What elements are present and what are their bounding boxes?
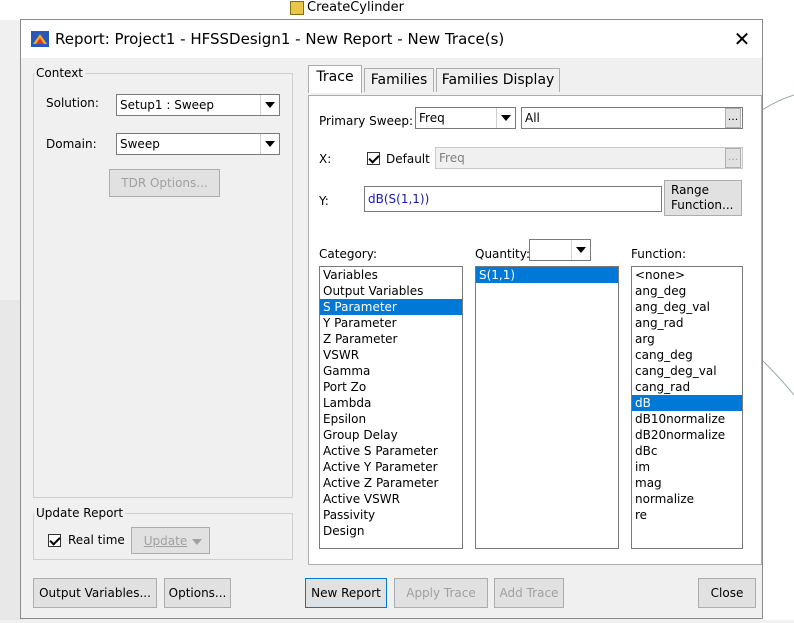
background-curves xyxy=(761,94,794,396)
function-list-item[interactable]: dB20normalize xyxy=(632,427,742,443)
function-list-item[interactable]: normalize xyxy=(632,491,742,507)
dialog-title: Report: Project1 - HFSSDesign1 - New Rep… xyxy=(55,30,505,48)
quantity-label: Quantity: xyxy=(475,247,531,261)
tab-families[interactable]: Families xyxy=(364,68,434,92)
report-dialog: Report: Project1 - HFSSDesign1 - New Rep… xyxy=(20,19,763,619)
function-list-item[interactable]: ang_deg xyxy=(632,283,742,299)
chevron-down-icon xyxy=(260,134,279,154)
category-list[interactable]: Variables Output Variables S Parameter Y Pa… xyxy=(319,266,463,549)
category-list-item[interactable]: Gamma xyxy=(320,363,462,379)
function-list[interactable]: <none> ang_deg ang_deg_val ang_rad arg cang_d… xyxy=(631,266,743,549)
realtime-label: Real time xyxy=(68,533,125,547)
category-list-item[interactable]: Passivity xyxy=(320,507,462,523)
solution-select[interactable]: Setup1 : Sweep xyxy=(116,94,280,116)
apply-trace-button[interactable]: Apply Trace xyxy=(394,578,488,608)
tab-trace[interactable]: Trace xyxy=(308,65,362,93)
solution-label: Solution: xyxy=(46,96,99,110)
add-trace-button[interactable]: Add Trace xyxy=(494,578,564,608)
function-list-item[interactable]: im xyxy=(632,459,742,475)
background-tree-item: CreateCylinder xyxy=(290,0,404,15)
category-list-item[interactable]: S Parameter xyxy=(320,299,462,315)
tdr-options-button[interactable]: TDR Options... xyxy=(109,169,220,197)
primary-sweep-ellipsis-button[interactable]: ... xyxy=(725,108,741,128)
range-function-line2: Function... xyxy=(671,198,734,212)
function-list-item[interactable]: ang_rad xyxy=(632,315,742,331)
close-button[interactable]: Close xyxy=(698,578,756,608)
chevron-down-icon xyxy=(192,539,202,545)
primary-sweep-range-value: All xyxy=(525,111,540,125)
domain-label: Domain: xyxy=(46,137,97,151)
trace-panel: Primary Sweep: Freq All ... X: Default F… xyxy=(308,95,762,565)
category-list-item[interactable]: Active S Parameter xyxy=(320,443,462,459)
function-label: Function: xyxy=(631,247,687,261)
function-list-item[interactable]: cang_rad xyxy=(632,379,742,395)
close-icon[interactable]: ✕ xyxy=(729,26,755,52)
tree-item-icon xyxy=(290,0,304,15)
primary-sweep-range: All xyxy=(521,107,743,129)
y-label: Y: xyxy=(319,194,329,208)
function-list-item[interactable]: cang_deg xyxy=(632,347,742,363)
quantity-list-item[interactable]: S(1,1) xyxy=(476,267,618,283)
realtime-checkbox[interactable] xyxy=(48,534,61,547)
category-list-item[interactable]: Active VSWR xyxy=(320,491,462,507)
update-button[interactable]: Update xyxy=(131,527,210,554)
range-function-button[interactable]: Range Function... xyxy=(664,180,742,216)
category-list-item[interactable]: Output Variables xyxy=(320,283,462,299)
function-list-item[interactable]: dBc xyxy=(632,443,742,459)
category-list-item[interactable]: VSWR xyxy=(320,347,462,363)
quantity-list[interactable]: S(1,1) xyxy=(475,266,619,549)
category-list-item[interactable]: Active Y Parameter xyxy=(320,459,462,475)
default-checkbox[interactable] xyxy=(367,152,380,165)
context-group: Context xyxy=(33,66,293,498)
background-canvas xyxy=(761,0,794,620)
update-report-legend: Update Report xyxy=(36,506,124,520)
function-list-item[interactable]: mag xyxy=(632,475,742,491)
range-function-line1: Range xyxy=(671,183,710,197)
dialog-titlebar: Report: Project1 - HFSSDesign1 - New Rep… xyxy=(21,20,762,58)
category-list-item[interactable]: Variables xyxy=(320,267,462,283)
category-list-item[interactable]: Y Parameter xyxy=(320,315,462,331)
chevron-down-icon xyxy=(571,240,590,260)
category-list-item[interactable]: Lambda xyxy=(320,395,462,411)
new-report-button[interactable]: New Report xyxy=(305,578,387,608)
function-list-item[interactable]: dB10normalize xyxy=(632,411,742,427)
update-button-label: Update xyxy=(143,534,188,548)
default-label: Default xyxy=(386,152,430,166)
chevron-down-icon xyxy=(260,95,279,115)
x-expression-input[interactable]: Freq xyxy=(435,147,743,169)
category-list-item[interactable]: Port Zo xyxy=(320,379,462,395)
function-list-item[interactable]: re xyxy=(632,507,742,523)
function-list-item[interactable]: dB xyxy=(632,395,742,411)
x-expression-value: Freq xyxy=(439,151,465,165)
function-list-item[interactable]: arg xyxy=(632,331,742,347)
category-list-item[interactable]: Z Parameter xyxy=(320,331,462,347)
category-list-item[interactable]: Active Z Parameter xyxy=(320,475,462,491)
function-list-item[interactable]: <none> xyxy=(632,267,742,283)
y-expression-value: dB(S(1,1)) xyxy=(368,192,430,206)
x-label: X: xyxy=(319,152,332,166)
x-ellipsis-button[interactable]: ... xyxy=(725,148,741,168)
primary-sweep-label: Primary Sweep: xyxy=(319,114,414,128)
primary-sweep-value: Freq xyxy=(419,111,445,125)
chevron-down-icon xyxy=(496,108,515,128)
category-list-item[interactable]: Epsilon xyxy=(320,411,462,427)
domain-select[interactable]: Sweep xyxy=(116,133,280,155)
tree-item-label: CreateCylinder xyxy=(307,0,405,15)
output-variables-button[interactable]: Output Variables... xyxy=(33,578,157,608)
hfss-app-icon xyxy=(31,31,49,47)
domain-value: Sweep xyxy=(120,137,160,151)
tab-families-display[interactable]: Families Display xyxy=(436,68,560,92)
quantity-filter-select[interactable] xyxy=(529,239,591,261)
context-legend: Context xyxy=(36,66,84,80)
primary-sweep-select[interactable]: Freq xyxy=(415,107,516,129)
function-list-item[interactable]: cang_deg_val xyxy=(632,363,742,379)
category-list-item[interactable]: Design xyxy=(320,523,462,539)
function-list-item[interactable]: ang_deg_val xyxy=(632,299,742,315)
options-button[interactable]: Options... xyxy=(164,578,231,608)
y-expression-input[interactable]: dB(S(1,1)) xyxy=(364,186,662,212)
category-list-item[interactable]: Group Delay xyxy=(320,427,462,443)
solution-value: Setup1 : Sweep xyxy=(120,98,215,112)
category-label: Category: xyxy=(319,247,377,261)
